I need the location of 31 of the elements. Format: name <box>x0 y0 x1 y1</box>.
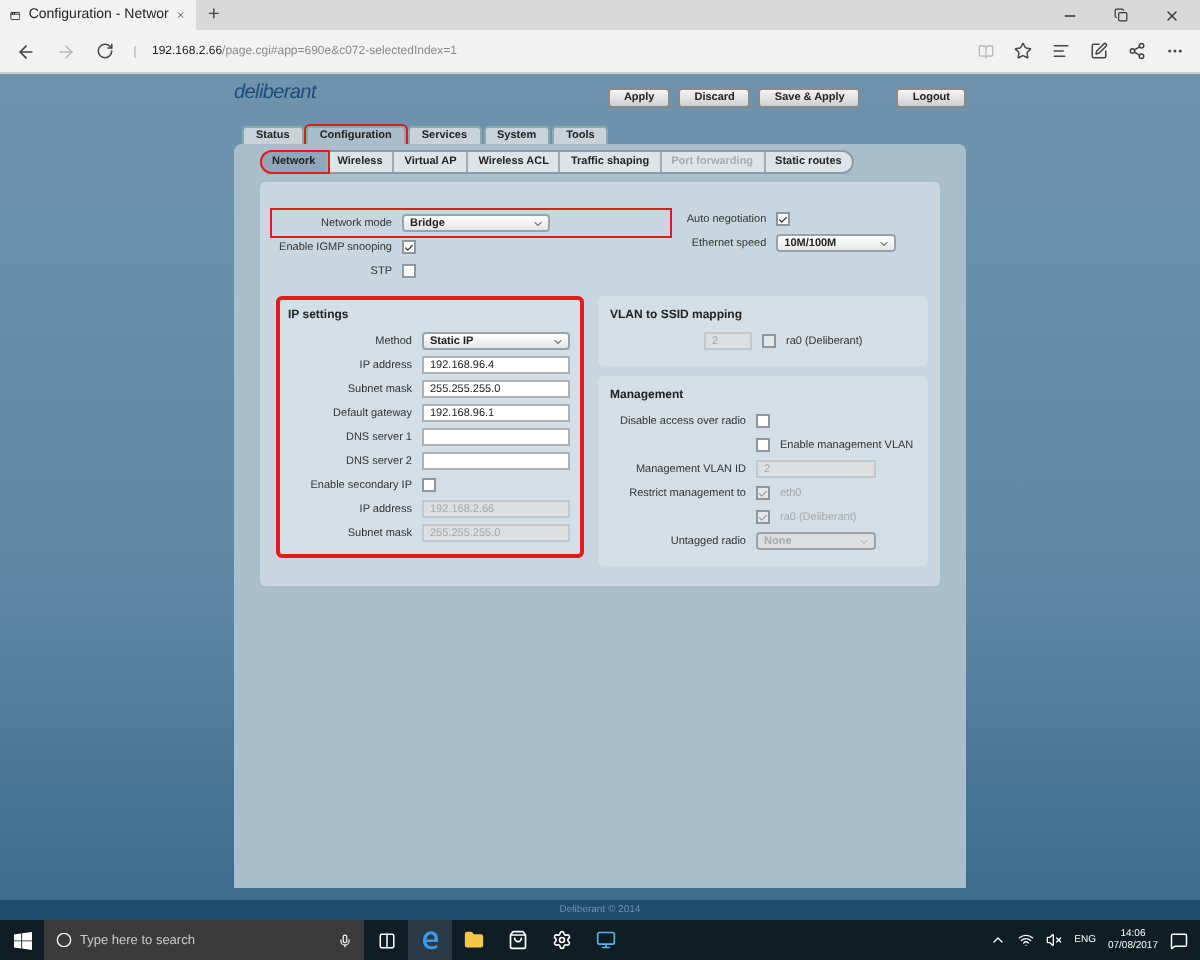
windows-icon <box>13 931 31 949</box>
restore-icon[interactable] <box>1114 8 1128 22</box>
notifications-icon[interactable] <box>1170 931 1188 949</box>
browser-icon[interactable] <box>408 920 452 960</box>
checkbox[interactable] <box>422 478 436 492</box>
caret-icon <box>858 535 870 547</box>
chevron-icon[interactable] <box>990 932 1007 948</box>
caret-icon <box>552 335 564 347</box>
mic-icon[interactable] <box>338 933 352 947</box>
back-icon[interactable] <box>16 41 36 61</box>
favorite-icon[interactable] <box>1014 42 1032 60</box>
network-icon[interactable] <box>1018 932 1035 948</box>
caret-icon <box>532 217 544 229</box>
checkbox[interactable] <box>756 414 770 428</box>
close-icon[interactable] <box>1164 7 1180 23</box>
circle-icon <box>56 932 72 948</box>
hub-icon[interactable] <box>1052 42 1070 60</box>
checkbox[interactable] <box>756 438 770 452</box>
volume-icon[interactable] <box>1046 932 1063 948</box>
checkbox[interactable] <box>402 240 416 254</box>
logo: deliberant <box>234 82 316 104</box>
refresh-icon[interactable] <box>96 42 114 60</box>
page-icon <box>10 7 21 23</box>
checkbox[interactable] <box>402 264 416 278</box>
share-icon[interactable] <box>1128 42 1146 60</box>
input-field[interactable] <box>422 428 570 446</box>
new-tab-button[interactable]: + <box>196 4 232 26</box>
input-field[interactable] <box>422 452 570 470</box>
note-icon[interactable] <box>1090 42 1108 60</box>
caret-icon <box>878 237 891 249</box>
checkbox[interactable] <box>776 212 791 226</box>
